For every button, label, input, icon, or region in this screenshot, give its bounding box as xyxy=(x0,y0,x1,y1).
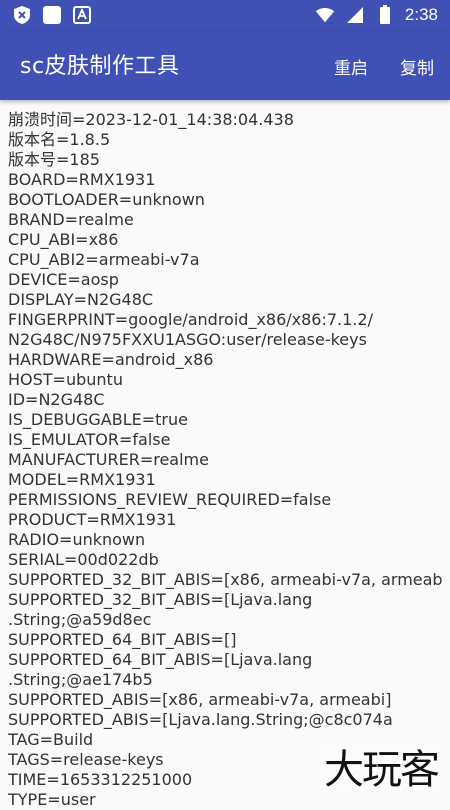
log-line: .String;@ae174b5 xyxy=(8,670,153,689)
log-line: SUPPORTED_ABIS=[Ljava.lang.String;@c8c07… xyxy=(8,710,393,729)
log-line: HOST=ubuntu xyxy=(8,370,123,389)
app-square-icon xyxy=(42,5,62,25)
log-line: IS_EMULATOR=false xyxy=(8,430,171,449)
watermark-logo: 大玩客 xyxy=(320,744,442,796)
log-line: SERIAL=00d022db xyxy=(8,550,159,569)
log-line: HARDWARE=android_x86 xyxy=(8,350,214,369)
battery-icon xyxy=(375,5,395,25)
wifi-icon xyxy=(315,5,335,25)
log-line: RADIO=unknown xyxy=(8,530,146,549)
log-line: FINGERPRINT=google/android_x86/x86:7.1.2… xyxy=(8,310,373,329)
log-line: 版本号=185 xyxy=(8,150,100,169)
restart-button[interactable]: 重启 xyxy=(334,54,368,79)
log-line: SUPPORTED_ABIS=[x86, armeabi-v7a, armeab… xyxy=(8,690,392,709)
log-line: MANUFACTURER=realme xyxy=(8,450,209,469)
a-badge-icon xyxy=(72,5,92,25)
log-line: BOARD=RMX1931 xyxy=(8,170,156,189)
log-line: DEVICE=aosp xyxy=(8,270,119,289)
log-line: 版本名=1.8.5 xyxy=(8,130,111,149)
log-line: BOOTLOADER=unknown xyxy=(8,190,205,209)
app-title: sc皮肤制作工具 xyxy=(20,54,180,79)
log-line: 崩溃时间=2023-12-01_14:38:04.438 xyxy=(8,110,294,129)
signal-icon xyxy=(345,5,365,25)
log-line: DISPLAY=N2G48C xyxy=(8,290,154,309)
log-line: MODEL=RMX1931 xyxy=(8,470,156,489)
clock-time: 2:38 xyxy=(404,5,438,24)
log-line: .String;@a59d8ec xyxy=(8,610,152,629)
log-line: SUPPORTED_64_BIT_ABIS=[Ljava.lang xyxy=(8,650,313,669)
log-line: SUPPORTED_32_BIT_ABIS=[Ljava.lang xyxy=(8,590,313,609)
app-bar: sc皮肤制作工具 重启 复制 xyxy=(0,32,450,100)
log-line: N2G48C/N975FXXU1ASGO:user/release-keys xyxy=(8,330,367,349)
log-line: SUPPORTED_64_BIT_ABIS=[] xyxy=(8,630,237,649)
shield-icon xyxy=(12,5,32,25)
copy-button[interactable]: 复制 xyxy=(400,54,434,79)
log-line: PRODUCT=RMX1931 xyxy=(8,510,177,529)
log-line: CPU_ABI2=armeabi-v7a xyxy=(8,250,200,269)
log-line: CPU_ABI=x86 xyxy=(8,230,119,249)
log-line: IS_DEBUGGABLE=true xyxy=(8,410,188,429)
crash-log-text: 崩溃时间=2023-12-01_14:38:04.438 版本名=1.8.5 版本号… xyxy=(8,110,443,810)
status-bar: 2:38 xyxy=(0,0,450,32)
log-line: SUPPORTED_32_BIT_ABIS=[x86, armeabi-v7a,… xyxy=(8,570,443,589)
log-line: BRAND=realme xyxy=(8,210,134,229)
notification-icons xyxy=(12,5,92,25)
log-line: ID=N2G48C xyxy=(8,390,105,409)
system-icons: 2:38 xyxy=(315,5,438,25)
log-line: PERMISSIONS_REVIEW_REQUIRED=false xyxy=(8,490,332,509)
